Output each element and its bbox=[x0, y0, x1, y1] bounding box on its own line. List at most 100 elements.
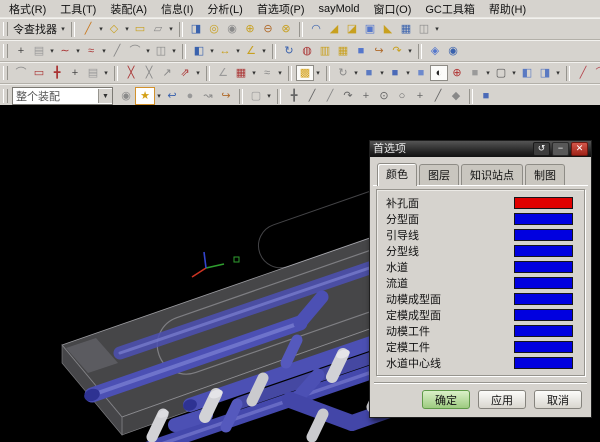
find-face-icon[interactable]: ◈ bbox=[426, 43, 444, 59]
arc-icon[interactable]: ⌒ bbox=[126, 43, 144, 59]
line-curve-icon[interactable]: ╱ bbox=[574, 65, 592, 81]
tool-cube-icon[interactable]: ■ bbox=[352, 43, 370, 59]
color-swatch[interactable] bbox=[514, 341, 573, 353]
curve-dropdown[interactable]: ▾ bbox=[74, 47, 82, 55]
clip-section-icon[interactable]: ◧ bbox=[518, 65, 536, 81]
offset-curve-dropdown[interactable]: ▾ bbox=[170, 47, 178, 55]
color-swatch[interactable] bbox=[514, 229, 573, 241]
studio-spline-icon[interactable]: ╋ bbox=[48, 65, 66, 81]
edit-section-icon[interactable]: ◨ bbox=[536, 65, 554, 81]
new-section-icon[interactable]: ▢ bbox=[492, 65, 510, 81]
selection-scope-combo[interactable]: 整个装配 ▼ bbox=[12, 87, 113, 105]
tab-layer[interactable]: 图层 bbox=[419, 164, 459, 185]
hole-icon[interactable]: ◉ bbox=[223, 21, 241, 37]
sheet-body-icon[interactable]: ▱ bbox=[149, 21, 167, 37]
point-on-face-snap-icon[interactable]: ◆ bbox=[447, 88, 465, 104]
arc-curve-icon[interactable]: ⌒ bbox=[592, 65, 600, 81]
chamfer-icon[interactable]: ◢ bbox=[325, 21, 343, 37]
csys-icon[interactable]: ▤ bbox=[84, 65, 102, 81]
color-swatch[interactable] bbox=[514, 325, 573, 337]
selection-wand-icon[interactable]: ↝ bbox=[199, 88, 217, 104]
curve-icon[interactable]: ∼ bbox=[56, 43, 74, 59]
wrench-icon[interactable]: ↷ bbox=[388, 43, 406, 59]
pattern-curve-icon[interactable]: ▦ bbox=[232, 65, 250, 81]
color-swatch[interactable] bbox=[514, 213, 573, 225]
menu-item-9[interactable]: 帮助(H) bbox=[482, 1, 533, 17]
datum-csys-icon[interactable]: ▤ bbox=[30, 43, 48, 59]
profile-icon[interactable]: ⌒ bbox=[12, 65, 30, 81]
mirror-feature-dropdown[interactable]: ▾ bbox=[433, 25, 441, 33]
shaded-icon[interactable]: ■ bbox=[386, 65, 404, 81]
toolbar-drag-handle[interactable] bbox=[3, 44, 8, 58]
color-swatch[interactable] bbox=[514, 277, 573, 289]
mirror-feature-icon[interactable]: ◫ bbox=[415, 21, 433, 37]
arc-center-snap-icon[interactable]: ⊙ bbox=[375, 88, 393, 104]
sketch-point-icon[interactable]: + bbox=[66, 65, 84, 81]
general-selection-icon[interactable]: ● bbox=[181, 88, 199, 104]
pattern-feature-icon[interactable]: ▦ bbox=[397, 21, 415, 37]
revolve-icon[interactable]: ◎ bbox=[205, 21, 223, 37]
wcs-cube-icon[interactable]: ■ bbox=[477, 88, 495, 104]
line-icon[interactable]: ╱ bbox=[108, 43, 126, 59]
color-swatch[interactable] bbox=[514, 309, 573, 321]
trim-body-icon[interactable]: ◪ bbox=[343, 21, 361, 37]
shaded-with-edges-dropdown[interactable]: ▾ bbox=[378, 69, 386, 77]
new-section-dropdown[interactable]: ▾ bbox=[510, 69, 518, 77]
menu-item-4[interactable]: 分析(L) bbox=[200, 1, 249, 17]
dimension-icon[interactable]: ▭ bbox=[131, 21, 149, 37]
color-swatch[interactable] bbox=[514, 261, 573, 273]
apply-button[interactable]: 应用 bbox=[478, 390, 526, 409]
menu-item-2[interactable]: 装配(A) bbox=[103, 1, 154, 17]
shaded-dropdown[interactable]: ▾ bbox=[404, 69, 412, 77]
control-point-snap-icon[interactable]: ↷ bbox=[339, 88, 357, 104]
offset-sketch-curve-icon[interactable]: ≈ bbox=[258, 65, 276, 81]
bottle-icon[interactable]: ◍ bbox=[298, 43, 316, 59]
toolbar-drag-handle[interactable] bbox=[3, 66, 8, 80]
wireframe-dimmed-icon[interactable]: ■ bbox=[412, 65, 430, 81]
existing-point-snap-icon[interactable]: + bbox=[411, 88, 429, 104]
extrude-icon[interactable]: ◨ bbox=[187, 21, 205, 37]
menu-item-0[interactable]: 格式(R) bbox=[2, 1, 53, 17]
wcs-triad[interactable] bbox=[192, 252, 239, 277]
snap-star-dropdown[interactable]: ▾ bbox=[155, 92, 163, 100]
measure-icon[interactable]: ◧ bbox=[190, 43, 208, 59]
highlight-toggle-icon[interactable]: ◉ bbox=[117, 88, 135, 104]
color-swatch[interactable] bbox=[514, 197, 573, 209]
quadrant-snap-icon[interactable]: ○ bbox=[393, 88, 411, 104]
face-analysis-icon[interactable]: ◐ bbox=[430, 65, 448, 81]
offset-sketch-curve-dropdown[interactable]: ▾ bbox=[276, 69, 284, 77]
datum-plane-dropdown[interactable]: ▾ bbox=[123, 25, 131, 33]
menu-item-8[interactable]: GC工具箱 bbox=[418, 1, 482, 17]
measure-distance-dropdown[interactable]: ▾ bbox=[234, 47, 242, 55]
intersection-snap-icon[interactable]: + bbox=[357, 88, 375, 104]
hand-select-icon[interactable]: ↪ bbox=[217, 88, 235, 104]
color-swatch[interactable] bbox=[514, 245, 573, 257]
close-button[interactable]: ✕ bbox=[571, 142, 588, 156]
tab-knowledge-site[interactable]: 知识站点 bbox=[461, 164, 523, 185]
quick-trim-icon[interactable]: ╳ bbox=[122, 65, 140, 81]
dialog-title-bar[interactable]: 首选项 ↺−✕ bbox=[370, 141, 591, 157]
rectangle-select-icon[interactable]: ▢ bbox=[247, 88, 265, 104]
rectangle-icon[interactable]: ▭ bbox=[30, 65, 48, 81]
subtract-icon[interactable]: ⊖ bbox=[259, 21, 277, 37]
point-icon[interactable]: + bbox=[12, 43, 30, 59]
quick-extend-icon[interactable]: ╳ bbox=[140, 65, 158, 81]
mid-point-snap-icon[interactable]: ╱ bbox=[321, 88, 339, 104]
spline-icon[interactable]: ≈ bbox=[82, 43, 100, 59]
selection-scope-dropdown[interactable]: ▼ bbox=[98, 89, 112, 103]
enable-snap-point-icon[interactable]: ╋ bbox=[285, 88, 303, 104]
command-finder-dropdown[interactable]: ▾ bbox=[59, 25, 67, 33]
datum-csys-dropdown[interactable]: ▾ bbox=[48, 47, 56, 55]
menu-item-3[interactable]: 信息(I) bbox=[154, 1, 200, 17]
rotate-view-icon[interactable]: ↻ bbox=[334, 65, 352, 81]
measure-distance-icon[interactable]: ↔ bbox=[216, 43, 234, 59]
swirl-icon[interactable]: ↻ bbox=[280, 43, 298, 59]
color-swatch[interactable] bbox=[514, 293, 573, 305]
wrench-dropdown[interactable]: ▾ bbox=[406, 47, 414, 55]
rollup-button[interactable]: ↺ bbox=[533, 142, 550, 156]
arc-dropdown[interactable]: ▾ bbox=[144, 47, 152, 55]
draft-icon[interactable]: ◣ bbox=[379, 21, 397, 37]
shell-icon[interactable]: ▣ bbox=[361, 21, 379, 37]
sketch-dropdown[interactable]: ▾ bbox=[97, 25, 105, 33]
sketch-icon[interactable]: ╱ bbox=[79, 21, 97, 37]
